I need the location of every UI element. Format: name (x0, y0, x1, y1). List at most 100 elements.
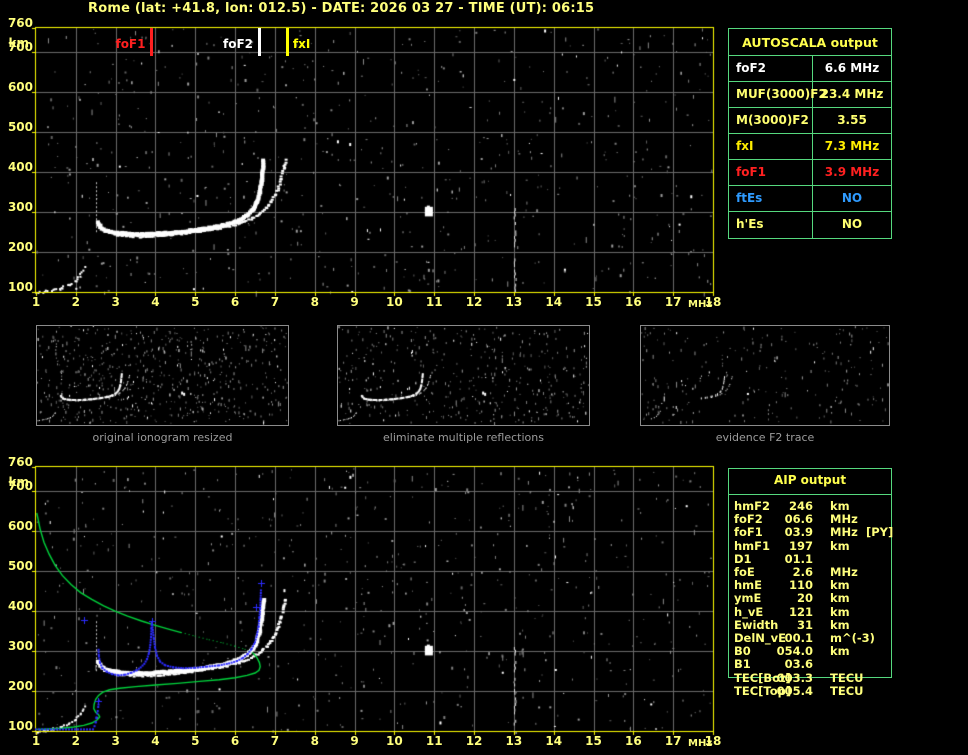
y-axis-unit-label: km (8, 475, 29, 489)
scaled-ionogram-plot-canvas (30, 22, 720, 299)
parameter-name: h'Es (729, 212, 813, 238)
parameter-unit: MHz (830, 512, 858, 527)
y-tick-label: 100 (7, 280, 33, 294)
parameter-unit: km (830, 644, 850, 659)
parameter-value: NO (841, 217, 863, 231)
y-tick-label: 400 (7, 599, 33, 613)
parameter-value: 3.55 (837, 113, 867, 127)
x-tick-label: 10 (386, 734, 403, 748)
parameter-unit: km (830, 604, 850, 619)
parameter-value: 03.9 (784, 525, 813, 540)
aip-row-b0: B0 054.0 km (728, 645, 892, 658)
x-tick-label: 7 (270, 734, 280, 748)
aip-row-foe: foE 2.6 MHz (728, 566, 892, 579)
parameter-name: B1 (734, 657, 751, 672)
parameter-value: 197 (788, 538, 813, 553)
y-tick-label: 300 (7, 639, 33, 653)
autoscala-row-ftes: ftEs NO (729, 186, 891, 212)
parameter-name: ymE (734, 591, 762, 606)
parameter-unit: MHz (830, 525, 858, 540)
thumbnail-evidence-f2-trace (640, 325, 890, 426)
y-tick-label: 760 (7, 455, 33, 469)
x-tick-label: 3 (111, 295, 120, 309)
parameter-value: 00.1 (784, 631, 813, 645)
thumbnail-caption: eliminate multiple reflections (383, 431, 544, 444)
autoscala-row-fof1: foF1 3.9 MHz (729, 160, 891, 186)
x-tick-label: 14 (545, 734, 563, 748)
parameter-unit: km (830, 578, 850, 593)
x-tick-label: 5 (191, 295, 200, 309)
parameter-value: 005.4 (776, 683, 813, 698)
parameter-name: foF2 (734, 512, 763, 527)
x-tick-label: 7 (270, 295, 280, 309)
fxI-marker-label: fxI (292, 37, 311, 51)
x-tick-label: 12 (465, 734, 483, 748)
autoscala-table-title: AUTOSCALA output (729, 29, 891, 56)
x-tick-label: 5 (191, 734, 200, 748)
parameter-unit: km (830, 617, 850, 632)
x-axis-unit-label: MHz (688, 299, 713, 310)
parameter-unit: m^(-3) (830, 631, 875, 645)
aip-row-tectop: TEC[Top] 005.4 TECU (728, 683, 892, 698)
x-tick-label: 16 (624, 734, 642, 748)
autoscala-row-hes: h'Es NO (729, 212, 891, 238)
aip-row-b1: B1 03.6 (728, 658, 892, 671)
foF1-marker-label: foF1 (115, 37, 146, 51)
autoscala-row-m3000f2: M(3000)F2 3.55 (729, 108, 891, 134)
y-tick-label: 400 (7, 160, 33, 174)
thumbnail-original-ionogram (36, 325, 289, 426)
y-tick-label: 760 (7, 16, 33, 30)
x-tick-label: 12 (465, 295, 483, 309)
x-tick-label: 3 (111, 734, 120, 748)
x-tick-label: 16 (624, 295, 642, 309)
aip-row-hme: hmE 110 km (728, 579, 892, 592)
parameter-name: hmE (734, 578, 763, 593)
aip-row-yme: ymE 20 km (728, 592, 892, 605)
x-tick-label: 8 (310, 295, 319, 309)
aip-row-hmf2: hmF2 246 km (728, 500, 892, 513)
aip-row-hve: h_vE 121 km (728, 604, 892, 619)
parameter-value: 246 (788, 499, 813, 513)
parameter-value: 121 (788, 604, 813, 619)
parameter-name: foF1 (729, 160, 813, 185)
x-tick-label: 2 (71, 734, 80, 748)
aip-row-ewidth: Ewidth 31 km (728, 617, 892, 632)
page-title: Rome (lat: +41.8, lon: 012.5) - DATE: 20… (88, 1, 595, 16)
autoscala-output-screen: Rome (lat: +41.8, lon: 012.5) - DATE: 20… (0, 0, 968, 755)
parameter-unit: TECU (830, 670, 864, 685)
y-tick-label: 200 (7, 679, 33, 693)
x-tick-label: 4 (151, 295, 160, 309)
x-axis-unit-label: MHz (688, 738, 713, 749)
parameter-note: [PY] (866, 525, 894, 540)
y-tick-label: 200 (7, 240, 33, 254)
y-axis-unit-label: km (8, 36, 29, 50)
x-tick-label: 15 (585, 295, 602, 309)
x-tick-label: 9 (350, 295, 359, 309)
aip-row-fof2: foF2 06.6 MHz (728, 513, 892, 526)
parameter-value: 110 (788, 578, 813, 593)
autoscala-row-fxi: fxI 7.3 MHz (729, 134, 891, 160)
parameter-unit: TECU (830, 683, 864, 698)
aip-row-hmf1: hmF1 197 km (728, 538, 892, 553)
parameter-value: NO (841, 191, 863, 205)
y-tick-label: 600 (7, 80, 33, 94)
y-tick-label: 500 (7, 559, 33, 573)
x-tick-label: 6 (230, 734, 240, 748)
autoscala-output-table: AUTOSCALA output foF2 6.6 MHz MUF(3000)F2 2… (728, 28, 892, 239)
parameter-name: MUF(3000)F2 (729, 82, 827, 107)
x-tick-label: 1 (31, 295, 41, 309)
parameter-value: 2.6 (792, 565, 813, 579)
aip-row-fof1: foF1 03.9 MHz [PY] (728, 525, 894, 540)
parameter-name: hmF2 (734, 499, 771, 513)
x-tick-label: 8 (310, 734, 319, 748)
aip-table-title: AIP output (773, 473, 847, 487)
parameter-unit: km (830, 499, 850, 513)
fxI-marker-line (285, 28, 289, 56)
thumbnail-eliminate-reflections (337, 325, 590, 426)
parameter-unit: km (830, 591, 850, 606)
y-tick-label: 500 (7, 120, 33, 134)
parameter-value: 01.1 (784, 551, 813, 566)
parameter-value: 06.6 (784, 512, 813, 527)
parameter-name: ftEs (729, 186, 813, 211)
parameter-name: B0 (734, 644, 751, 659)
